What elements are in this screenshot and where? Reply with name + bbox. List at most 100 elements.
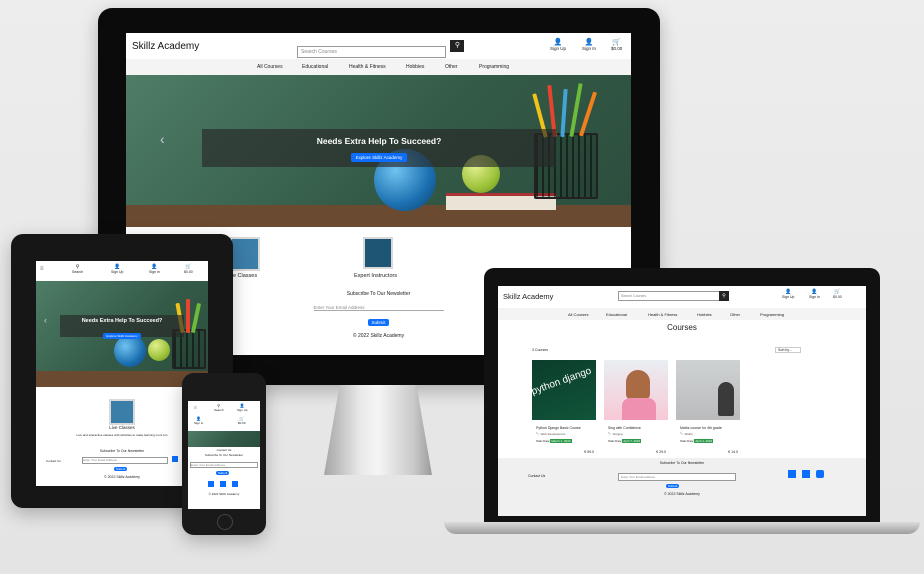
date-badge: April 1, 2022 xyxy=(694,439,714,443)
phone-newsletter-title: Subscribe To Our Newsletter xyxy=(204,453,244,457)
twitter-icon[interactable] xyxy=(788,470,796,478)
live-classes-image xyxy=(230,237,260,271)
course-card-category[interactable]: 🏷 Web Development xyxy=(536,432,565,436)
tablet-signin-link[interactable]: 👤 Sign In xyxy=(149,264,160,274)
search-bar: Search Courses ⚲ xyxy=(297,40,465,58)
chevron-left-icon[interactable]: ‹ xyxy=(44,315,47,325)
tablet-signup-link[interactable]: 👤 Sign Up xyxy=(111,264,123,274)
user-plus-icon: 👤 xyxy=(553,39,563,46)
course-card[interactable]: Sing with Confidence 🏷 Singing Start Dat… xyxy=(604,360,668,460)
newsletter-submit-button[interactable]: Submit xyxy=(368,319,389,326)
course-card[interactable]: python django Python Django Basic Course… xyxy=(532,360,596,460)
nav-item-health-fitness[interactable]: Health & Fitness xyxy=(349,64,386,70)
course-card-category[interactable]: 🏷 Singing xyxy=(608,432,623,436)
carousel-indicators[interactable] xyxy=(362,218,401,227)
tablet-cart-link[interactable]: 🛒 $0.00 xyxy=(184,264,193,274)
laptop-nav-other[interactable]: Other xyxy=(730,312,740,317)
tablet-submit-button[interactable]: Submit xyxy=(114,467,128,471)
phone-screen: ≡ ⚲ Search 👤 Sign Up 👤 Sign In 🛒 $0.00 Conta… xyxy=(188,401,260,509)
laptop-screen: Skillz Academy Search Courses ⚲ 👤 Sign Up… xyxy=(498,286,866,516)
laptop-signin-link[interactable]: 👤 Sign In xyxy=(809,289,820,299)
phone-home-button xyxy=(217,514,233,530)
hero-explore-button[interactable]: Explore Skillz Academy xyxy=(350,153,408,162)
nav-item-educational[interactable]: Educational xyxy=(302,64,328,70)
brand-logo[interactable]: Skillz Academy xyxy=(132,41,199,52)
laptop-search-button[interactable]: ⚲ xyxy=(719,291,729,301)
courses-page-title: Courses xyxy=(667,323,697,332)
third-feature-image xyxy=(500,243,522,263)
tablet-search-link[interactable]: ⚲ Search xyxy=(72,264,83,274)
site-header: Skillz Academy Search Courses ⚲ 👤 Sign Up… xyxy=(126,33,631,59)
laptop-signup-link[interactable]: 👤 Sign Up xyxy=(782,289,794,299)
laptop-nav-all-courses[interactable]: All Courses xyxy=(568,312,588,317)
search-button[interactable]: ⚲ xyxy=(450,40,465,52)
cart-link[interactable]: 🛒 $0.00 xyxy=(611,38,622,51)
phone-signin-link[interactable]: 👤 Sign In xyxy=(194,416,203,425)
nav-item-other[interactable]: Other xyxy=(445,64,458,70)
laptop-nav-programming[interactable]: Programming xyxy=(760,312,784,317)
phone-signup-link[interactable]: 👤 Sign Up xyxy=(237,403,248,412)
course-card-start: Start Date April 7, 2022 xyxy=(608,439,642,443)
main-nav: All Courses Educational Health & Fitness… xyxy=(126,59,631,75)
course-card-title: Sing with Confidence xyxy=(608,426,641,430)
course-card-start: Start Date March 1, 2022 xyxy=(536,439,572,443)
phone-search-link[interactable]: ⚲ Search xyxy=(214,403,224,412)
course-card-image xyxy=(604,360,668,420)
laptop-contact-link[interactable]: Contact Us xyxy=(528,474,545,478)
facebook-icon[interactable] xyxy=(802,470,810,478)
phone-copyright: © 2022 Skillz Academy xyxy=(208,492,240,496)
course-card-price: € 59.0 xyxy=(584,450,594,454)
signup-link[interactable]: 👤 Sign Up xyxy=(550,38,566,51)
twitter-icon[interactable] xyxy=(208,481,214,487)
course-card-category[interactable]: 🏷 Maths xyxy=(680,432,693,436)
laptop-email-input[interactable]: Enter Your Email Address xyxy=(618,473,736,481)
menu-icon[interactable]: ≡ xyxy=(194,405,197,411)
nav-item-all-courses[interactable]: All Courses xyxy=(257,64,283,70)
hero-headline: Needs Extra Help To Succeed? xyxy=(316,136,442,146)
laptop-nav-hobbies[interactable]: Hobbies xyxy=(697,312,712,317)
course-card-title: Maths course for 4th grade xyxy=(680,426,722,430)
tablet-contact-link[interactable]: Contact Us xyxy=(46,459,61,463)
course-card-image: python django xyxy=(532,360,596,420)
laptop-nav-educational[interactable]: Educational xyxy=(606,312,627,317)
tablet-email-input[interactable]: Enter Your Email Address xyxy=(82,457,168,464)
course-card[interactable]: Maths course for 4th grade 🏷 Maths Start… xyxy=(676,360,740,460)
menu-icon[interactable]: ≡ xyxy=(40,266,44,272)
monitor-stand xyxy=(324,385,432,475)
phone-contact-link[interactable]: Contact Us xyxy=(188,448,260,452)
nav-item-hobbies[interactable]: Hobbies xyxy=(406,64,424,70)
phone-email-input[interactable]: Enter Your Email Address xyxy=(190,462,258,468)
laptop-cart-link[interactable]: 🛒 $0.00 xyxy=(833,289,842,299)
laptop-copyright: © 2022 Skillz Academy xyxy=(664,492,700,496)
laptop-nav-health-fitness[interactable]: Health & Fitness xyxy=(648,312,677,317)
tablet-live-image xyxy=(109,399,135,425)
tablet-hero-button[interactable]: Explore Skillz Academy xyxy=(103,333,141,339)
date-badge: April 7, 2022 xyxy=(622,439,642,443)
laptop-nav: All Courses Educational Health & Fitness… xyxy=(498,308,866,320)
sort-select[interactable]: Sort by... xyxy=(775,347,801,353)
phone-cart-link[interactable]: 🛒 $0.00 xyxy=(238,416,246,425)
tablet-hero-caption: Needs Extra Help To Succeed? Explore Ski… xyxy=(60,315,184,339)
expert-instructors-image xyxy=(363,237,393,269)
laptop-search-input[interactable]: Search Courses xyxy=(618,291,720,301)
course-card-image xyxy=(676,360,740,420)
tablet-header: ≡ ⚲ Search 👤 Sign Up 👤 Sign In 🛒 $0.00 xyxy=(36,261,208,279)
twitter-icon[interactable] xyxy=(172,456,178,462)
expert-instructors-title: Expert Instructors xyxy=(354,273,398,279)
laptop-brand-logo[interactable]: Skillz Academy xyxy=(503,292,553,301)
course-card-price: € 29.0 xyxy=(656,450,666,454)
laptop-header: Skillz Academy Search Courses ⚲ 👤 Sign Up… xyxy=(498,286,866,308)
signin-link[interactable]: 👤 Sign In xyxy=(582,38,596,51)
search-input[interactable]: Search Courses xyxy=(297,46,446,58)
instagram-icon[interactable] xyxy=(232,481,238,487)
instagram-icon[interactable] xyxy=(816,470,824,478)
phone-device: ≡ ⚲ Search 👤 Sign Up 👤 Sign In 🛒 $0.00 Conta… xyxy=(182,373,266,535)
course-card-start: Start Date April 1, 2022 xyxy=(680,439,714,443)
newsletter-email-input[interactable]: Enter Your Email Address xyxy=(313,305,444,311)
facebook-icon[interactable] xyxy=(220,481,226,487)
laptop-submit-button[interactable]: Submit xyxy=(666,484,680,488)
chevron-left-icon[interactable]: ‹ xyxy=(160,131,165,147)
date-badge: March 1, 2022 xyxy=(550,439,572,443)
phone-submit-button[interactable]: Submit xyxy=(216,471,230,475)
nav-item-programming[interactable]: Programming xyxy=(479,64,509,70)
